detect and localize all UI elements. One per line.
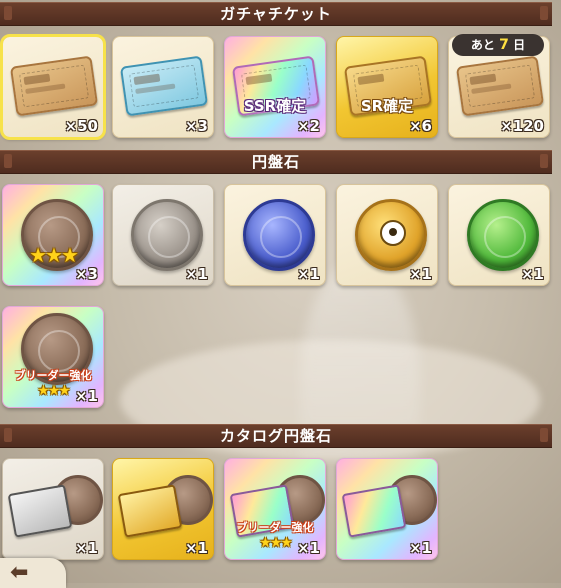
item-count: ×1 — [520, 265, 544, 283]
item-count: ×1 — [408, 265, 432, 283]
item-breeder-catalog[interactable]: ブリーダー強化 ★★★ ×1 — [224, 458, 326, 560]
item-eye-disc[interactable]: ×1 — [336, 184, 438, 286]
item-ssr-ticket[interactable]: SSR確定 ×2 — [224, 36, 326, 138]
item-count: ×1 — [408, 539, 432, 557]
event-logo-icon — [488, 84, 547, 120]
ssr-label: SSR確定 — [243, 97, 307, 115]
breeder-label: ブリーダー強化 — [14, 369, 92, 382]
ticket-icon — [119, 55, 209, 117]
item-count: ×120 — [500, 117, 544, 135]
item-gold-catalog[interactable]: ×1 — [112, 458, 214, 560]
item-count: ×2 — [296, 117, 320, 135]
item-count: ×1 — [296, 539, 320, 557]
item-count: ×1 — [184, 539, 208, 557]
breeder-label: ブリーダー強化 — [236, 521, 314, 534]
section-header-catalog-discs: カタログ円盤石 — [0, 424, 552, 448]
back-button[interactable]: ⬅ — [0, 558, 66, 588]
item-count: ×50 — [64, 117, 98, 135]
section-header-discs: 円盤石 — [0, 150, 552, 174]
item-count: ×1 — [74, 539, 98, 557]
sr-label: SR確定 — [360, 97, 414, 115]
item-blue-ticket[interactable]: ×3 — [112, 36, 214, 138]
item-gacha-ticket[interactable]: ×50 — [0, 34, 106, 140]
time-prefix: あと — [470, 38, 495, 52]
item-count: ×3 — [184, 117, 208, 135]
item-bronze-disc[interactable]: ★★★ ×3 — [2, 184, 104, 286]
catalog-card-icon — [117, 484, 183, 538]
item-breeder-disc[interactable]: ブリーダー強化 ★★★ ×1 — [2, 306, 104, 408]
back-arrow-icon: ⬅ — [10, 560, 29, 585]
item-count: ×6 — [408, 117, 432, 135]
item-sr-ticket[interactable]: SR確定 ×6 — [336, 36, 438, 138]
rarity-stars: ★★★ — [29, 243, 79, 267]
item-event-catalog[interactable]: ×1 — [336, 458, 438, 560]
disc-icon — [243, 199, 315, 271]
event-logo-icon — [376, 506, 435, 542]
ticket-icon — [9, 55, 99, 117]
item-silver-catalog[interactable]: ×1 — [2, 458, 104, 560]
item-green-disc[interactable]: ×1 — [448, 184, 550, 286]
catalog-card-icon — [7, 484, 73, 538]
disc-icon — [355, 199, 427, 271]
disc-icon — [131, 199, 203, 271]
section-header-gacha-tickets: ガチャチケット — [0, 2, 552, 26]
item-count: ×1 — [296, 265, 320, 283]
time-remaining-badge: あと 7 日 — [452, 34, 544, 56]
item-stone-disc[interactable]: ×1 — [112, 184, 214, 286]
item-blue-disc[interactable]: ×1 — [224, 184, 326, 286]
time-suffix: 日 — [513, 38, 526, 52]
item-count: ×1 — [184, 265, 208, 283]
disc-icon — [467, 199, 539, 271]
item-count: ×1 — [74, 387, 98, 405]
time-number: 7 — [499, 37, 509, 53]
item-count: ×3 — [74, 265, 98, 283]
